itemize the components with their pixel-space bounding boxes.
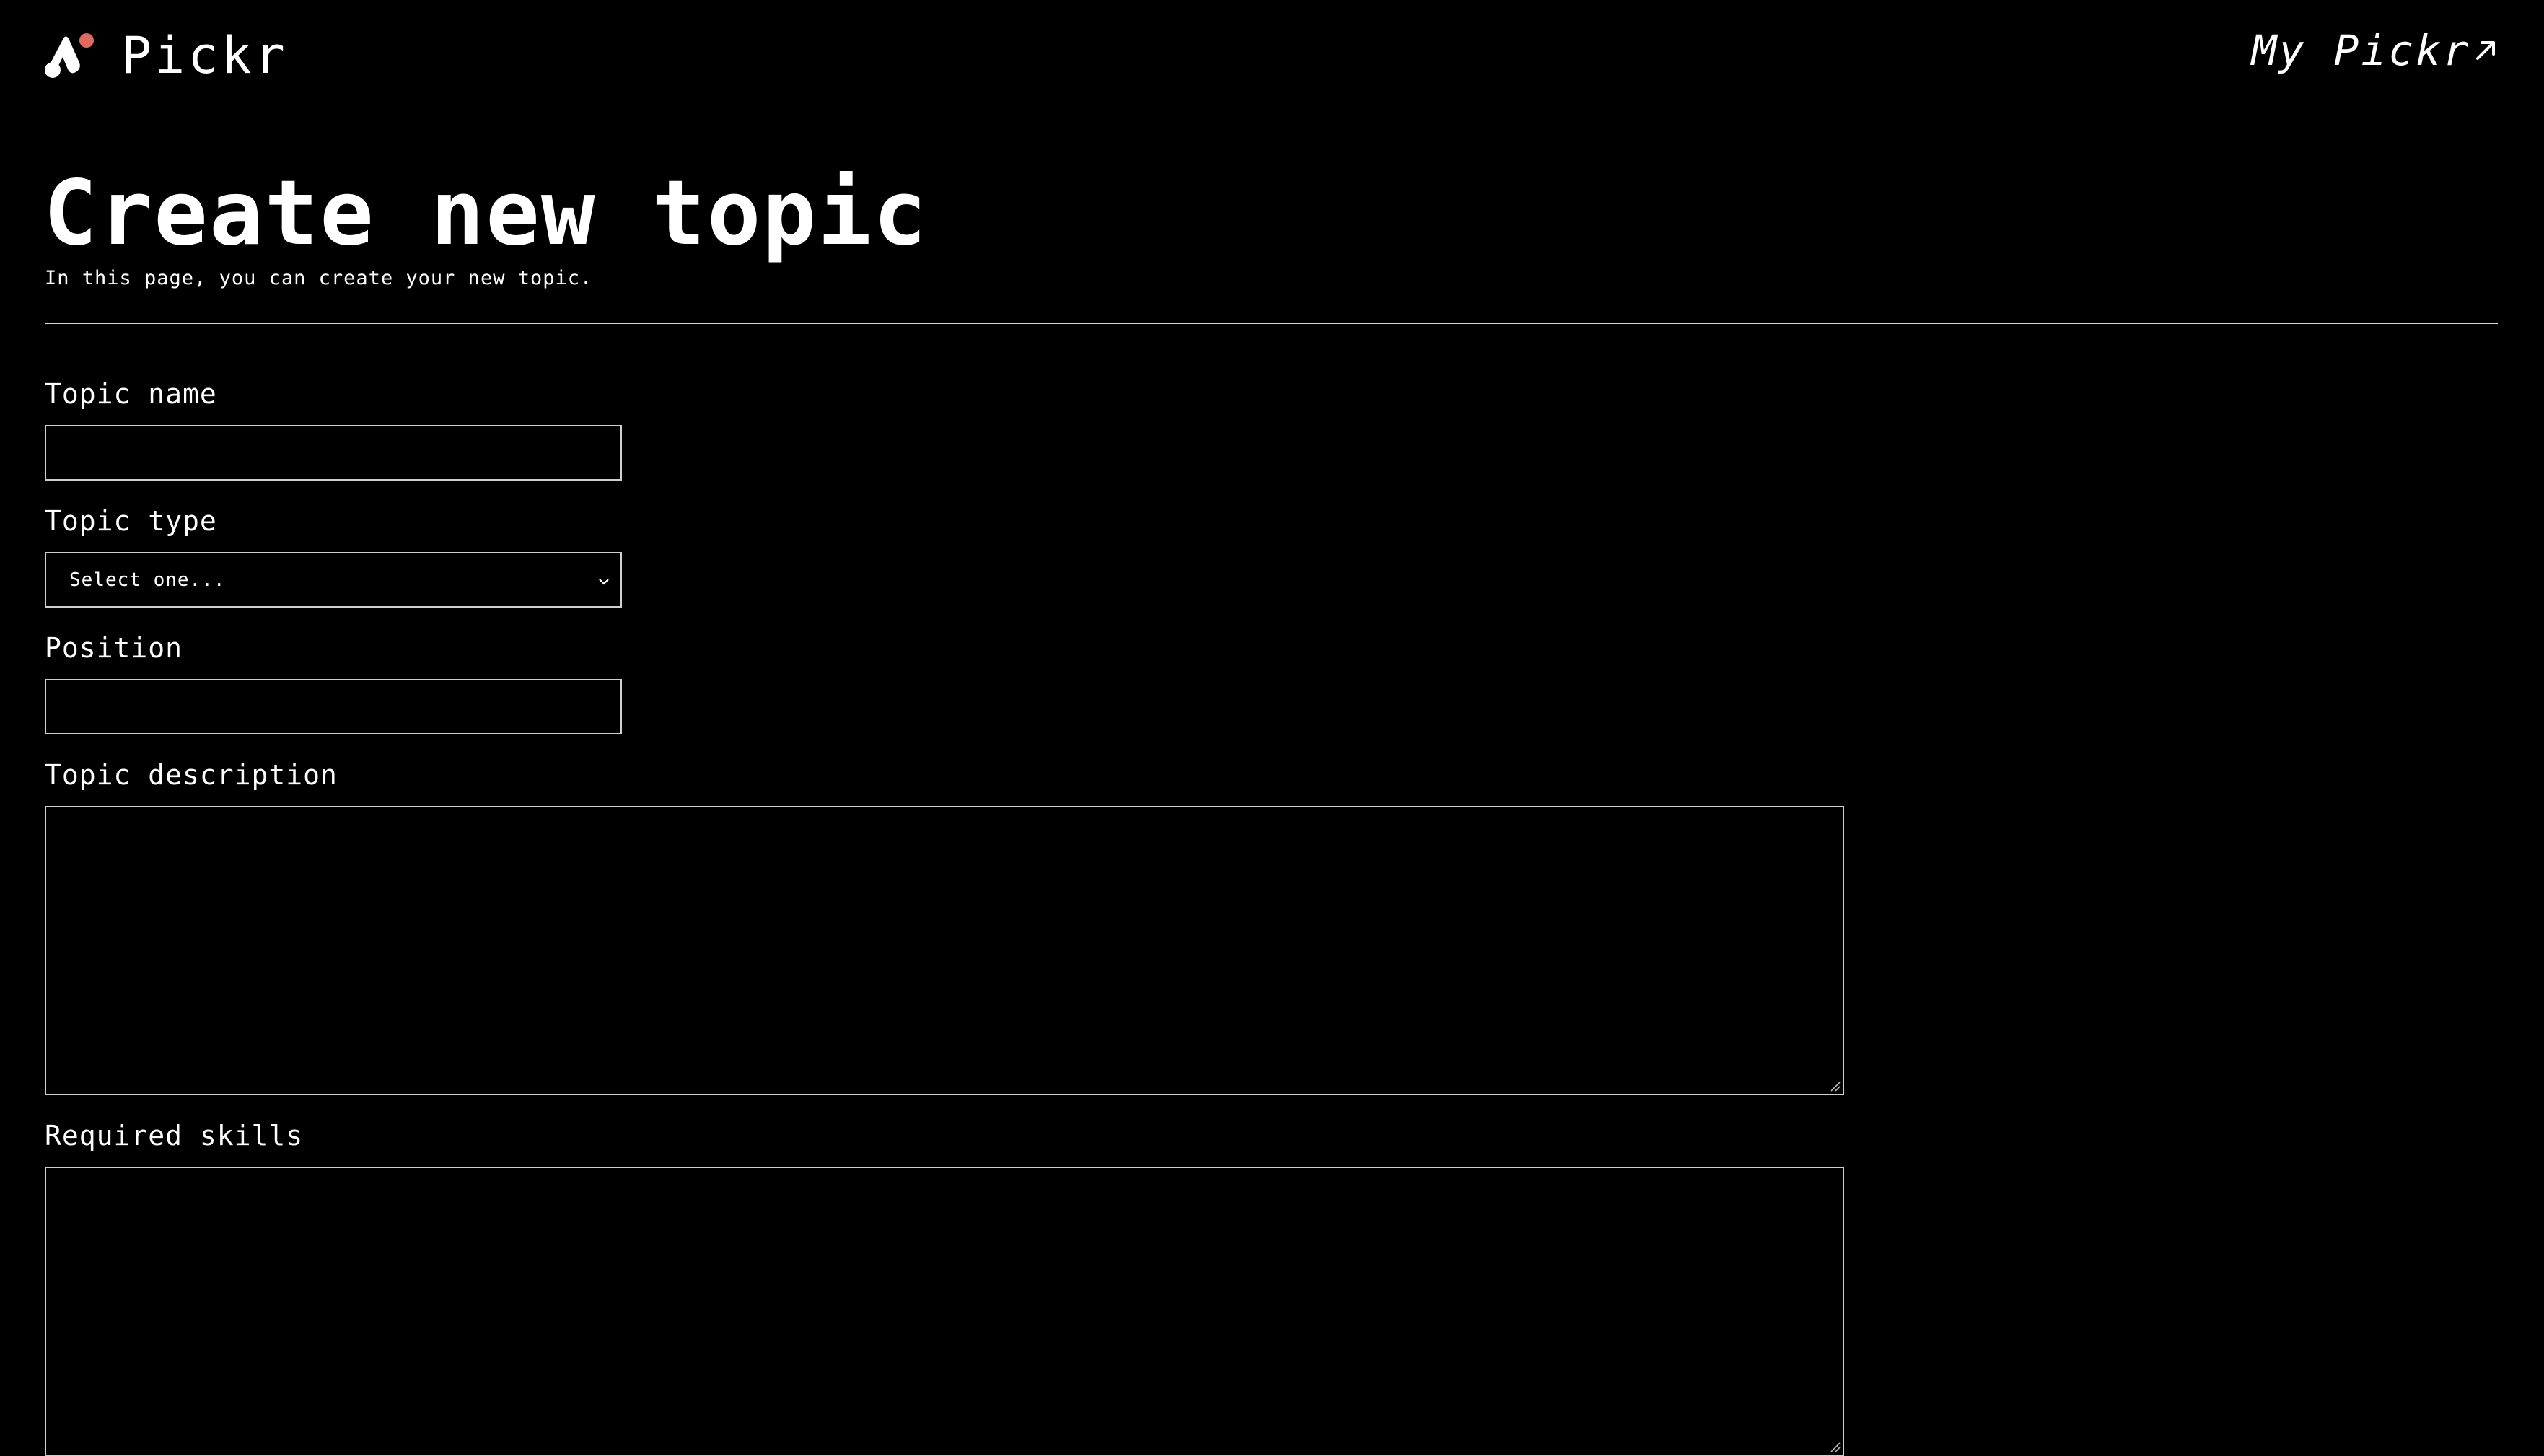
chevron-down-icon (599, 579, 609, 585)
pickr-logo[interactable]: Pickr (43, 30, 288, 81)
required-skills-textarea[interactable] (45, 1167, 1844, 1456)
topic-description-label: Topic description (45, 759, 338, 791)
external-arrow-icon (2476, 41, 2495, 60)
resize-handle-icon[interactable] (1828, 1440, 1841, 1453)
topic-type-label: Topic type (45, 505, 217, 537)
my-pickr-link[interactable]: My Pickr (2252, 26, 2498, 75)
topic-description-textarea[interactable] (45, 806, 1844, 1095)
brand-name: Pickr (121, 26, 288, 85)
position-label: Position (45, 632, 183, 664)
top-bar: Pickr My Pickr (0, 0, 2544, 108)
header-divider (45, 323, 2498, 324)
topic-name-input[interactable] (45, 425, 622, 481)
topic-type-selected: Select one... (69, 569, 226, 591)
resize-handle-icon[interactable] (1828, 1079, 1841, 1092)
topic-type-select[interactable]: Select one... (45, 552, 622, 608)
topic-name-label: Topic name (45, 378, 217, 410)
logo-mark-icon (45, 33, 94, 78)
position-input[interactable] (45, 679, 622, 734)
my-pickr-label: My Pickr (2251, 26, 2470, 75)
page-title: Create new topic (43, 162, 929, 266)
required-skills-label: Required skills (45, 1120, 304, 1152)
page-subtitle: In this page, you can create your new to… (45, 267, 593, 289)
